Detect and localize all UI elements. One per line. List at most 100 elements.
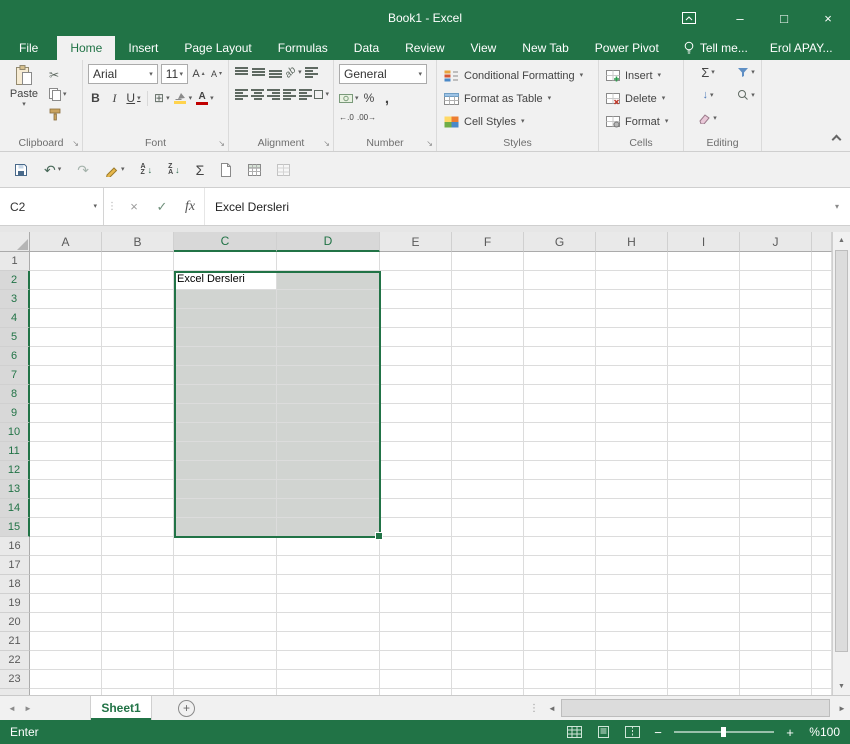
cell-I18[interactable]: [668, 575, 740, 594]
cell-D13[interactable]: [277, 480, 380, 499]
increase-indent-button[interactable]: [298, 86, 313, 102]
column-header-d[interactable]: D: [277, 232, 380, 252]
sort-descending-button[interactable]: Z A ↓: [160, 158, 188, 182]
cell-H22[interactable]: [596, 651, 668, 670]
cell-F13[interactable]: [452, 480, 524, 499]
cell-C11[interactable]: [174, 442, 277, 461]
row-header-4[interactable]: 4: [0, 309, 30, 328]
cell-I13[interactable]: [668, 480, 740, 499]
cell-C17[interactable]: [174, 556, 277, 575]
cell-C19[interactable]: [174, 594, 277, 613]
cancel-entry-button[interactable]: ×: [120, 188, 148, 225]
redo-button[interactable]: ↷: [69, 158, 97, 182]
tell-me-button[interactable]: Tell me...: [672, 36, 759, 60]
cell-J14[interactable]: [740, 499, 812, 518]
name-box-dropdown-icon[interactable]: ▾: [93, 203, 97, 210]
zoom-in-button[interactable]: +: [784, 725, 796, 740]
cell-E17[interactable]: [380, 556, 452, 575]
cell-E10[interactable]: [380, 423, 452, 442]
tab-home[interactable]: Home: [57, 36, 116, 60]
font-size-select[interactable]: 11 ▾: [160, 64, 188, 84]
cell-G24[interactable]: [524, 689, 596, 695]
cell-F16[interactable]: [452, 537, 524, 556]
row-header-8[interactable]: 8: [0, 385, 30, 404]
cell-E14[interactable]: [380, 499, 452, 518]
row-header-19[interactable]: 19: [0, 594, 30, 613]
cell-J12[interactable]: [740, 461, 812, 480]
row-header-9[interactable]: 9: [0, 404, 30, 423]
tab-power-pivot[interactable]: Power Pivot: [582, 36, 672, 60]
cell-J3[interactable]: [740, 290, 812, 309]
cell-I1[interactable]: [668, 252, 740, 271]
cell-E13[interactable]: [380, 480, 452, 499]
cell-B24[interactable]: [102, 689, 174, 695]
middle-align-button[interactable]: [251, 64, 266, 80]
fill-button[interactable]: ↓ ▾: [689, 87, 727, 103]
cell-B15[interactable]: [102, 518, 174, 537]
cell-I19[interactable]: [668, 594, 740, 613]
cell-A13[interactable]: [30, 480, 102, 499]
row-header-12[interactable]: 12: [0, 461, 30, 480]
cell-B18[interactable]: [102, 575, 174, 594]
scroll-down-button[interactable]: ▼: [833, 678, 850, 695]
cell-D17[interactable]: [277, 556, 380, 575]
add-sheet-button[interactable]: +: [178, 699, 195, 717]
cell-J9[interactable]: [740, 404, 812, 423]
column-header-f[interactable]: F: [452, 232, 524, 252]
cell-G23[interactable]: [524, 670, 596, 689]
format-cells-button[interactable]: Format ▾: [604, 110, 679, 133]
horizontal-scrollbar-thumb[interactable]: [561, 699, 830, 717]
cell-B5[interactable]: [102, 328, 174, 347]
cell-A6[interactable]: [30, 347, 102, 366]
cell-I7[interactable]: [668, 366, 740, 385]
scroll-right-button[interactable]: ►: [834, 696, 850, 720]
align-center-button[interactable]: [250, 86, 265, 102]
cell-I2[interactable]: [668, 271, 740, 290]
cell-B9[interactable]: [102, 404, 174, 423]
normal-view-button[interactable]: [565, 724, 584, 740]
cell-G12[interactable]: [524, 461, 596, 480]
cell-C2[interactable]: Excel Dersleri: [174, 271, 277, 290]
cell-H15[interactable]: [596, 518, 668, 537]
decrease-font-size-button[interactable]: A ▾: [209, 66, 224, 82]
cell-H10[interactable]: [596, 423, 668, 442]
row-header-24[interactable]: [0, 689, 30, 695]
comma-style-button[interactable]: ,: [380, 90, 395, 107]
zoom-out-button[interactable]: −: [652, 725, 664, 740]
print-area-button[interactable]: [269, 158, 298, 182]
copy-button[interactable]: ▾: [49, 87, 67, 102]
cell-F18[interactable]: [452, 575, 524, 594]
column-header-c[interactable]: C: [174, 232, 277, 252]
cell-F6[interactable]: [452, 347, 524, 366]
row-header-11[interactable]: 11: [0, 442, 30, 461]
underline-button[interactable]: U ▾: [126, 90, 141, 106]
row-header-6[interactable]: 6: [0, 347, 30, 366]
cell-E3[interactable]: [380, 290, 452, 309]
font-color-button[interactable]: A ▾: [196, 90, 214, 106]
cell-H12[interactable]: [596, 461, 668, 480]
sheet-tab-sheet1[interactable]: Sheet1: [90, 696, 152, 720]
cell-D18[interactable]: [277, 575, 380, 594]
row-header-3[interactable]: 3: [0, 290, 30, 309]
cell-E15[interactable]: [380, 518, 452, 537]
orientation-button[interactable]: ab ▾: [283, 64, 302, 80]
cell-I24[interactable]: [668, 689, 740, 695]
cell-J24[interactable]: [740, 689, 812, 695]
cell-G20[interactable]: [524, 613, 596, 632]
cell-A23[interactable]: [30, 670, 102, 689]
zoom-slider[interactable]: [674, 727, 774, 737]
cell-B6[interactable]: [102, 347, 174, 366]
cell-I5[interactable]: [668, 328, 740, 347]
cell-C10[interactable]: [174, 423, 277, 442]
row-header-2[interactable]: 2: [0, 271, 30, 290]
top-align-button[interactable]: [234, 64, 249, 80]
cell-H5[interactable]: [596, 328, 668, 347]
cell-B21[interactable]: [102, 632, 174, 651]
row-header-23[interactable]: 23: [0, 670, 30, 689]
vertical-scrollbar-thumb[interactable]: [835, 250, 848, 652]
tab-page-layout[interactable]: Page Layout: [171, 36, 264, 60]
cell-D16[interactable]: [277, 537, 380, 556]
format-as-table-button[interactable]: Format as Table ▾: [442, 87, 594, 110]
cell-A15[interactable]: [30, 518, 102, 537]
cell-G10[interactable]: [524, 423, 596, 442]
